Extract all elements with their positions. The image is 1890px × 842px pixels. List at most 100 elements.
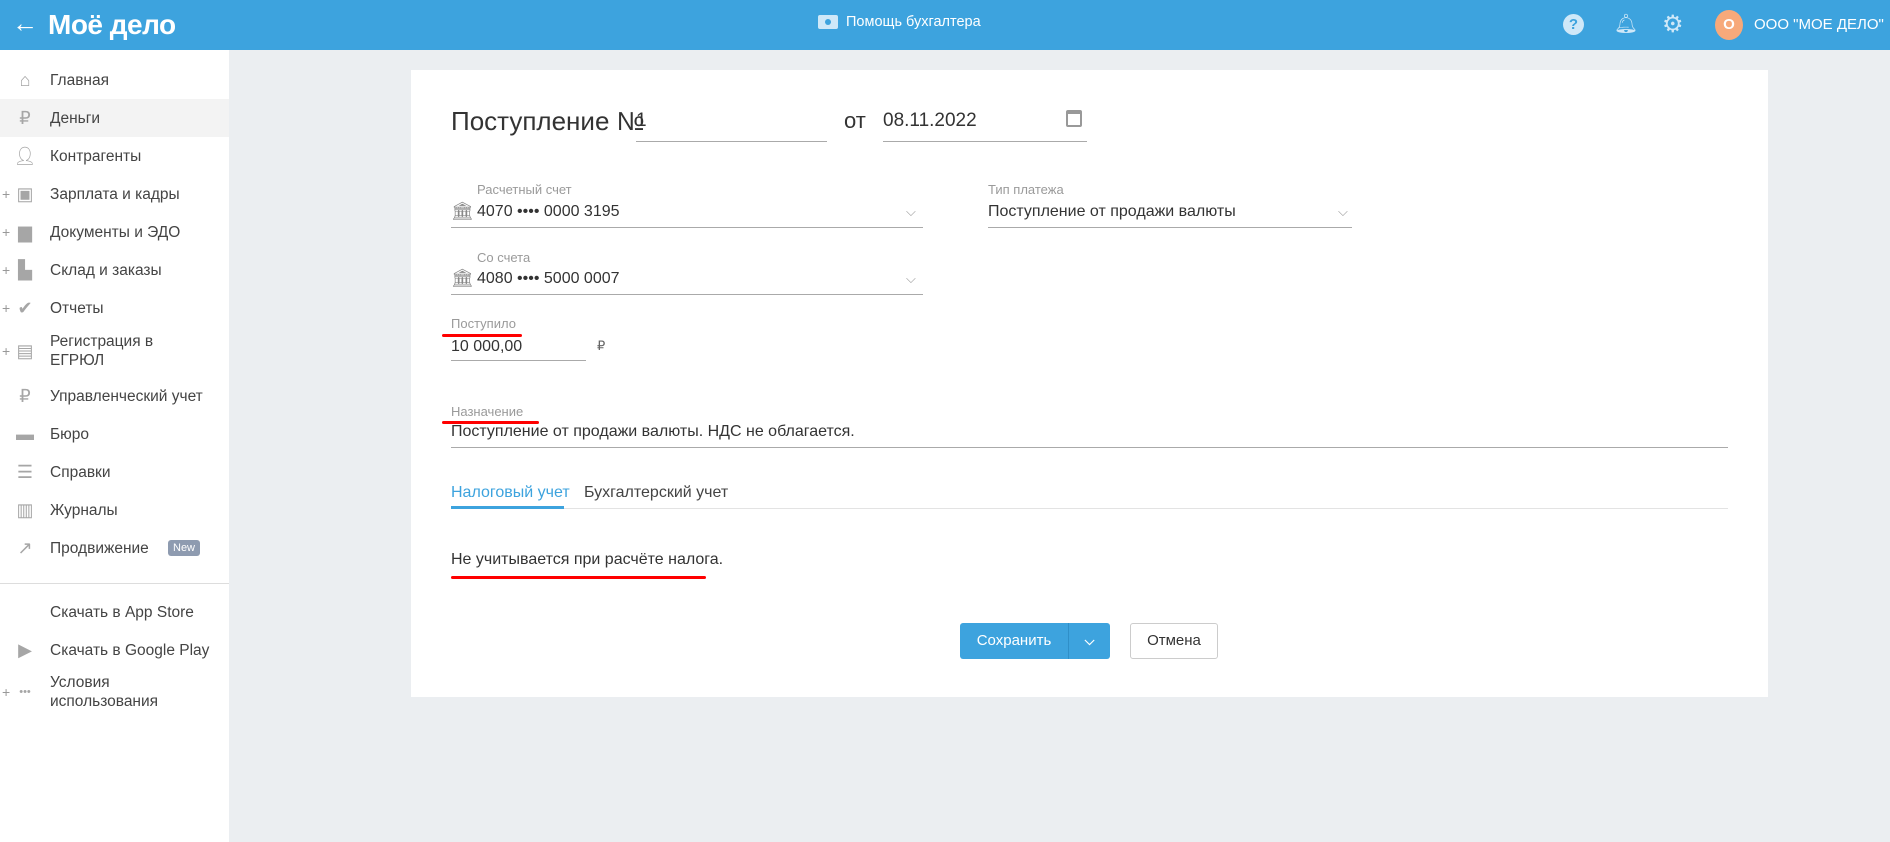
tab-bookkeeping[interactable]: Бухгалтерский учет xyxy=(584,484,728,502)
calendar-icon[interactable] xyxy=(1066,110,1082,127)
sidebar-item[interactable]: ▬ Бюро xyxy=(0,415,229,453)
sidebar-bottom-item[interactable]: ▶ Скачать в Google Play xyxy=(0,631,229,669)
sidebar-item-label: Контрагенты xyxy=(50,147,142,165)
expand-plus-icon[interactable]: + xyxy=(2,262,10,278)
home-icon: ⌂ xyxy=(19,69,31,90)
save-options-chevron-icon[interactable]: ⌵ xyxy=(1069,623,1110,659)
currency-symbol: ₽ xyxy=(597,338,606,353)
date-prefix: от xyxy=(844,108,866,133)
expand-plus-icon[interactable]: + xyxy=(2,186,10,202)
sidebar-item[interactable]: ▥ Журналы xyxy=(0,491,229,529)
cash-icon xyxy=(818,15,838,29)
folder-icon: ▆ xyxy=(18,221,32,242)
sidebar-item-label: Бюро xyxy=(50,425,90,443)
sidebar-item[interactable]: ☰ Справки xyxy=(0,453,229,491)
help-center-link[interactable]: Помощь бухгалтера xyxy=(818,14,981,30)
cancel-button[interactable]: Отмена xyxy=(1130,623,1218,659)
from-account-label: Со счета xyxy=(477,250,531,265)
apple-icon xyxy=(15,602,35,622)
sidebar: ⌂ Главная ₽ Деньги 👤︎ Контрагенты + ▣ Зарплата и… xyxy=(0,50,229,842)
sidebar-item-label: Справки xyxy=(50,463,111,481)
chevron-down-icon[interactable]: ⌵ xyxy=(1338,204,1348,220)
sidebar-item-label: Скачать в App Store xyxy=(50,603,194,621)
sidebar-item[interactable]: + ▙ Склад и заказы xyxy=(0,251,229,289)
back-arrow-icon[interactable]: ← xyxy=(12,8,38,39)
from-account-select[interactable]: 4080 •••• 5000 0007 xyxy=(477,270,620,288)
warehouse-icon: ▙ xyxy=(18,259,32,280)
sidebar-item-label: Документы и ЭДО xyxy=(50,223,181,241)
amount-label: Поступило xyxy=(451,316,516,331)
expand-plus-icon[interactable]: + xyxy=(2,224,10,240)
expand-plus-icon[interactable]: + xyxy=(2,684,10,700)
sidebar-bottom-item[interactable]: + ••• Условия использования xyxy=(0,669,229,715)
help-center-label: Помощь бухгалтера xyxy=(846,14,981,30)
tabs-bar xyxy=(451,508,1728,509)
logo[interactable]: Моё дело xyxy=(48,9,176,41)
sidebar-item[interactable]: + ▆ Документы и ЭДО xyxy=(0,213,229,251)
save-button-group: Сохранить ⌵ xyxy=(960,623,1110,659)
save-button[interactable]: Сохранить xyxy=(960,623,1069,659)
chevron-down-icon[interactable]: ⌵ xyxy=(906,271,916,287)
date-input[interactable]: 08.11.2022 xyxy=(883,110,977,132)
date-underline xyxy=(883,141,1087,142)
active-tab-indicator xyxy=(451,506,564,509)
payment-type-label: Тип платежа xyxy=(988,182,1064,197)
sidebar-item[interactable]: ↗ Продвижение New xyxy=(0,529,229,567)
sidebar-item-label: Главная xyxy=(50,71,109,89)
annotation-underline xyxy=(451,576,706,579)
chart-icon: ↗ xyxy=(17,537,33,558)
number-input[interactable]: 1 xyxy=(636,110,647,132)
expand-plus-icon[interactable]: + xyxy=(2,300,10,316)
wallet-icon: ▣ xyxy=(16,183,34,204)
sidebar-item-label: Склад и заказы xyxy=(50,261,162,279)
from-account-underline xyxy=(451,294,923,295)
sidebar-item-label: Условия использования xyxy=(50,674,159,710)
payment-type-select[interactable]: Поступление от продажи валюты xyxy=(988,203,1236,221)
sidebar-item-label: Журналы xyxy=(50,501,118,519)
bank-icon: 🏛︎ xyxy=(451,201,474,221)
sidebar-item[interactable]: 👤︎ Контрагенты xyxy=(0,137,229,175)
payment-type-underline xyxy=(988,227,1352,228)
purpose-label: Назначение xyxy=(451,404,524,419)
annotation-underline xyxy=(442,334,522,337)
sidebar-item[interactable]: + ▣ Зарплата и кадры xyxy=(0,175,229,213)
sidebar-item-label: Отчеты xyxy=(50,299,104,317)
purpose-input[interactable]: Поступление от продажи валюты. НДС не об… xyxy=(451,423,855,441)
company-name[interactable]: ООО "МОЕ ДЕЛО" xyxy=(1754,16,1884,33)
account-select[interactable]: 4070 •••• 0000 3195 xyxy=(477,203,620,221)
gear-icon[interactable]: ⚙ xyxy=(1662,10,1684,39)
expand-plus-icon[interactable]: + xyxy=(2,343,10,359)
sidebar-divider xyxy=(0,583,229,584)
bell-icon[interactable]: 🔔︎ xyxy=(1614,12,1638,36)
purpose-underline xyxy=(451,447,1728,448)
management-icon: ₽ xyxy=(19,385,31,406)
sidebar-item[interactable]: ₽ Деньги xyxy=(0,99,229,137)
sidebar-item[interactable]: + ✔ Отчеты xyxy=(0,289,229,327)
contractor-icon: 👤︎ xyxy=(13,145,37,166)
amount-input[interactable]: 10 000,00 xyxy=(451,338,522,356)
money-icon: ₽ xyxy=(19,107,31,128)
amount-underline xyxy=(451,360,586,361)
sidebar-item-label: Скачать в Google Play xyxy=(50,641,210,659)
avatar[interactable]: О xyxy=(1715,10,1743,40)
chevron-down-icon[interactable]: ⌵ xyxy=(906,204,916,220)
number-underline xyxy=(636,141,827,142)
sidebar-bottom-item[interactable]: Скачать в App Store xyxy=(0,593,229,631)
sidebar-item[interactable]: ⌂ Главная xyxy=(0,61,229,99)
tab-tax-accounting[interactable]: Налоговый учет xyxy=(451,484,570,502)
bank-icon: 🏛︎ xyxy=(451,268,474,288)
google-play-icon: ▶ xyxy=(18,639,32,660)
account-underline xyxy=(451,227,923,228)
registration-icon: ▤ xyxy=(16,340,34,361)
sidebar-item-label: Деньги xyxy=(50,109,101,127)
reference-icon: ☰ xyxy=(16,461,34,482)
page-title: Поступление № xyxy=(451,106,645,136)
sidebar-item[interactable]: + ▤ Регистрация в ЕГРЮЛ xyxy=(0,327,229,375)
payment-form-card: Поступление № 1 от 08.11.2022 Расчетный … xyxy=(411,70,1768,697)
new-badge: New xyxy=(168,540,201,556)
journal-icon: ▥ xyxy=(16,499,34,520)
sidebar-item[interactable]: ₽ Управленческий учет xyxy=(0,377,229,415)
account-label: Расчетный счет xyxy=(477,182,572,197)
briefcase-icon: ▬ xyxy=(16,423,34,444)
help-icon[interactable]: ? xyxy=(1563,14,1584,35)
